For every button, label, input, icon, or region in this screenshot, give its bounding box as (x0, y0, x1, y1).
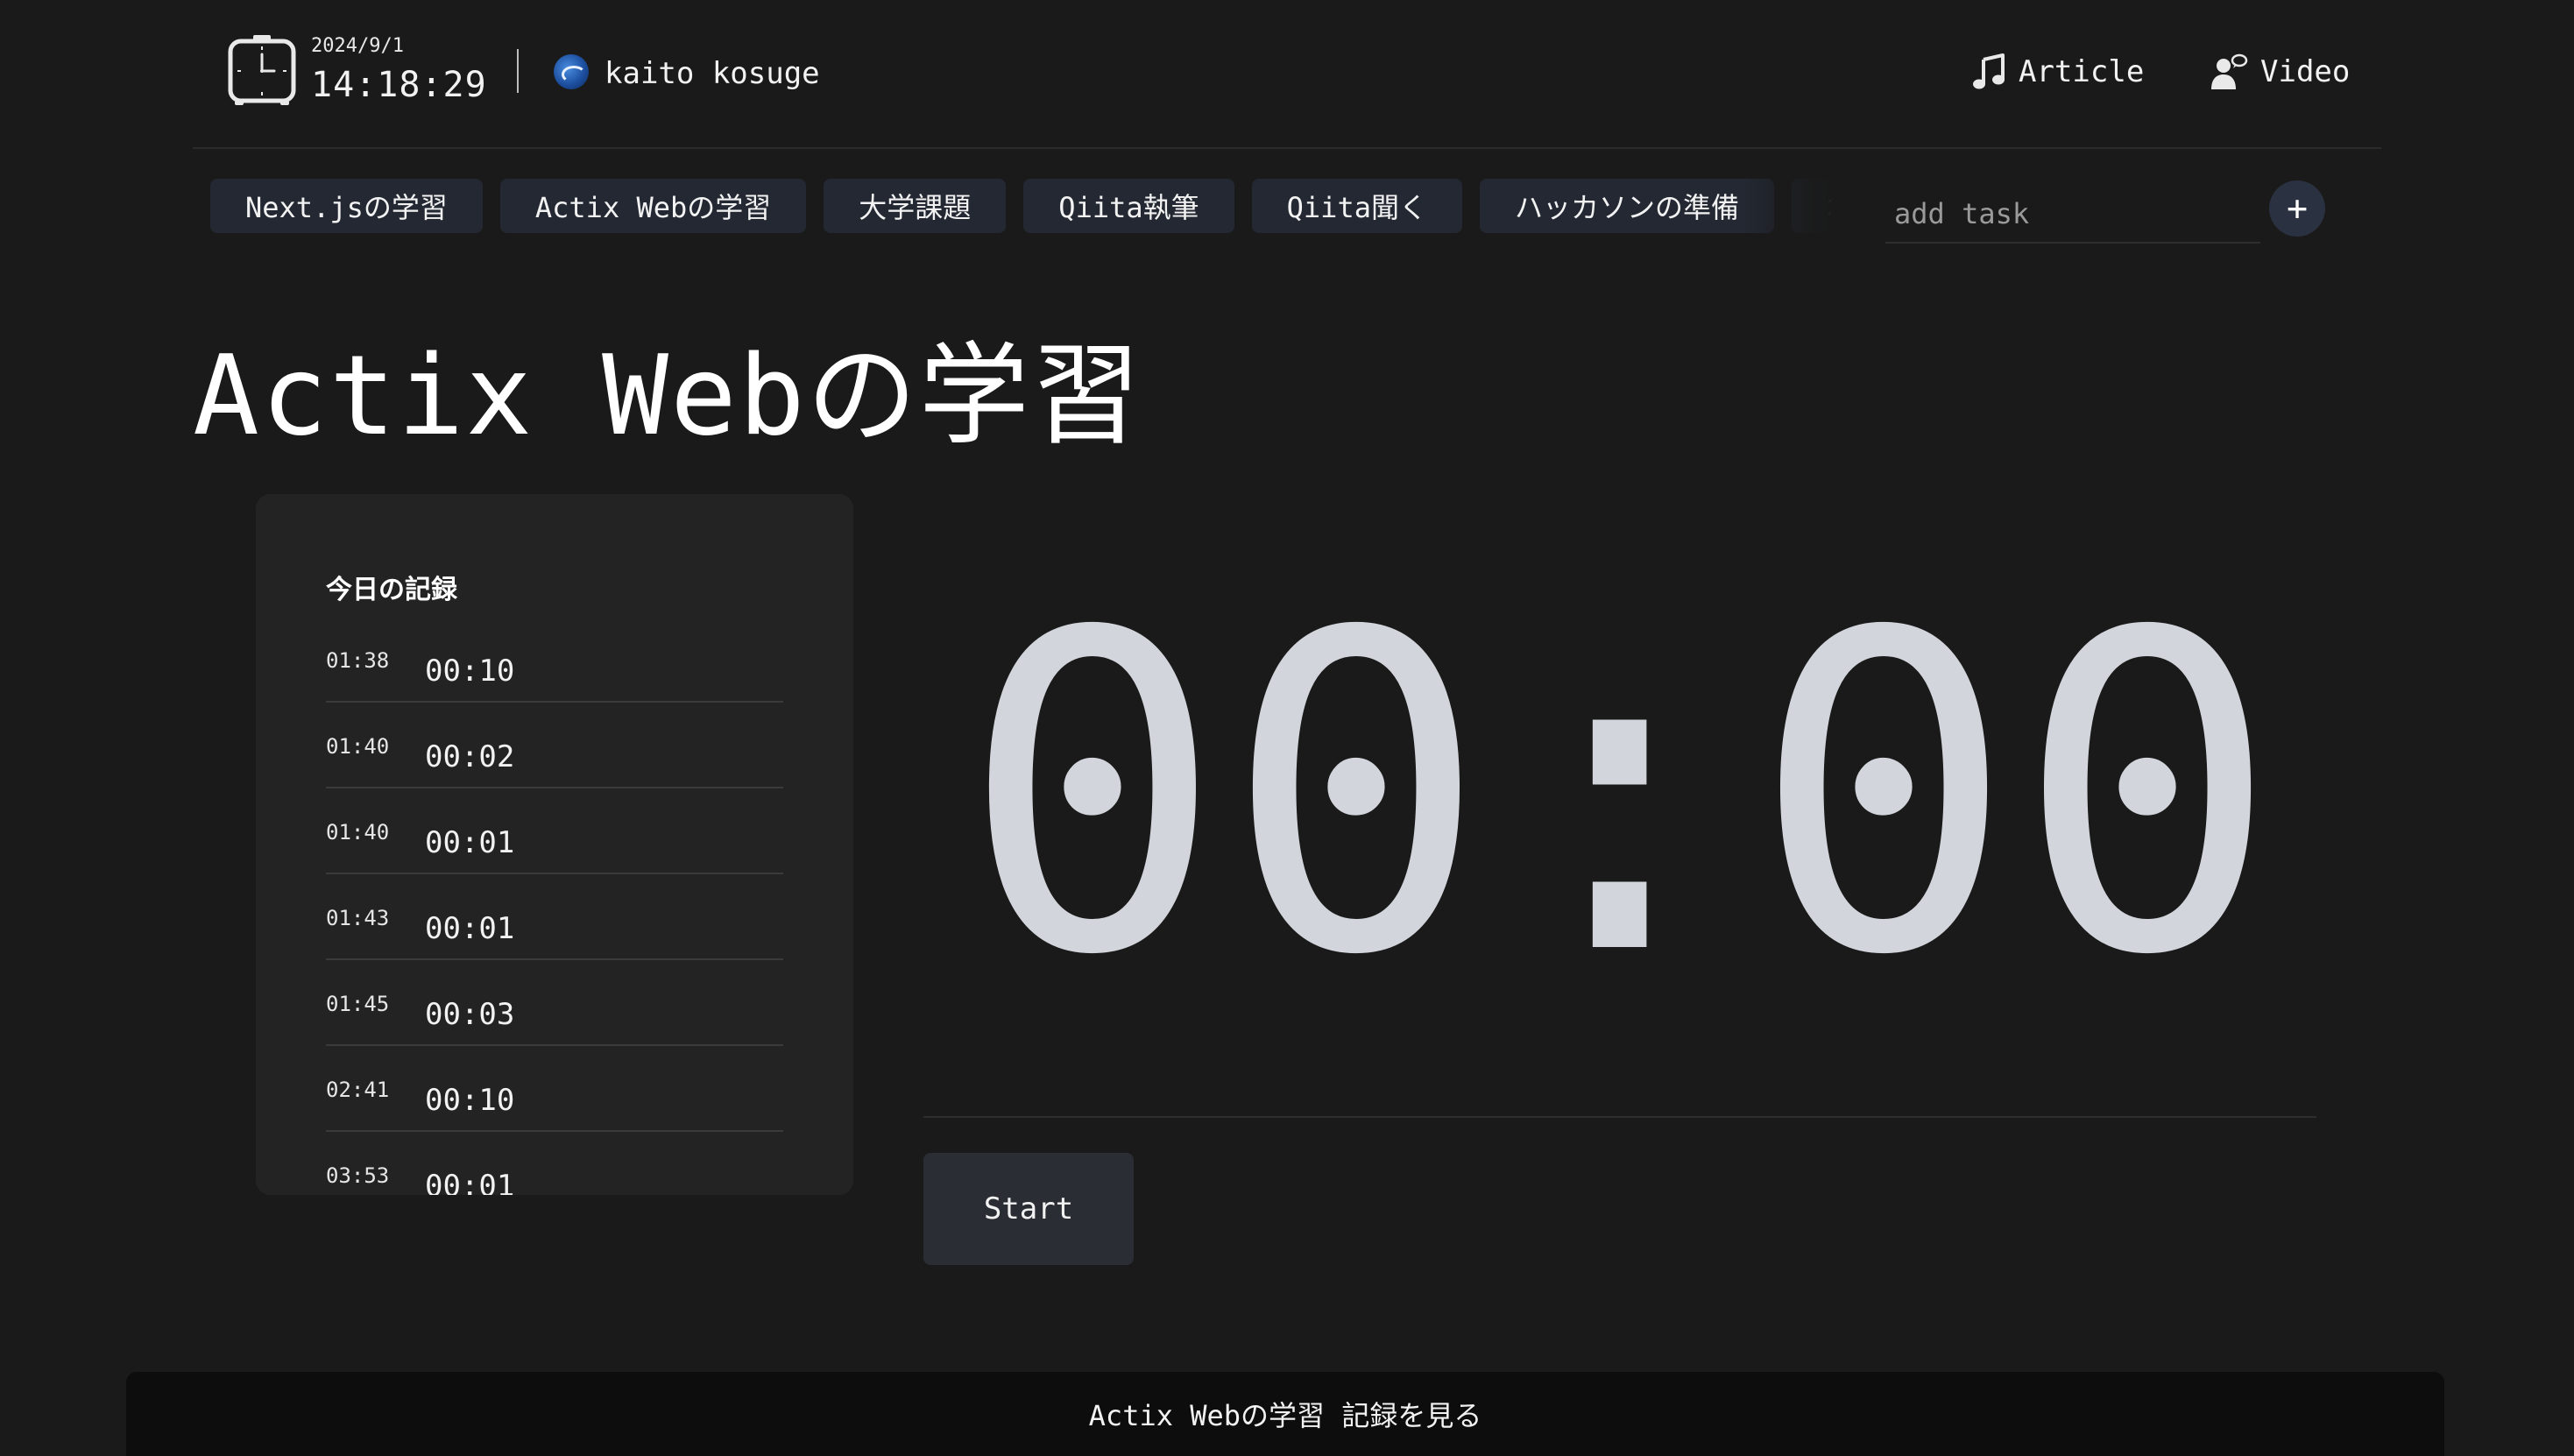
record-row: 01:38 00:10 (326, 617, 783, 703)
nav-article-link[interactable]: Article (1971, 51, 2144, 93)
task-tab[interactable]: Qiita執筆 (1023, 179, 1234, 233)
record-duration: 00:01 (425, 911, 515, 946)
today-records-card: 今日の記録 01:38 00:10 01:40 00:02 01:40 00:0… (256, 494, 853, 1195)
view-records-button[interactable]: Actix Webの学習 記録を見る (126, 1372, 2444, 1456)
record-start-time: 03:53 (326, 1163, 390, 1188)
records-list: 01:38 00:10 01:40 00:02 01:40 00:01 01:4… (326, 617, 783, 1195)
task-tab[interactable]: 大学課題 (824, 179, 1007, 233)
record-duration: 00:10 (425, 654, 515, 689)
record-duration: 00:01 (425, 1169, 515, 1195)
record-duration: 00:03 (425, 997, 515, 1032)
nav-video-link[interactable]: Video (2210, 51, 2350, 93)
records-title: 今日の記録 (326, 575, 457, 605)
add-task-input[interactable] (1885, 186, 2260, 244)
nav-article-label: Article (2019, 54, 2145, 89)
task-tab[interactable]: Next.jsの学習 (210, 179, 483, 233)
task-tabs: Next.jsの学習 Actix Webの学習 大学課題 Qiita執筆 Qii… (210, 179, 1831, 233)
user-chat-icon (2210, 53, 2248, 91)
record-start-time: 01:40 (326, 734, 390, 759)
record-row: 01:45 00:03 (326, 960, 783, 1046)
record-row: 02:41 00:10 (326, 1046, 783, 1132)
start-button[interactable]: Start (923, 1153, 1134, 1265)
app-header: 2024/9/1 14:18:29 kaito kosuge Article V… (193, 0, 2381, 149)
record-row: 01:40 00:01 (326, 788, 783, 874)
current-time: 14:18:29 (311, 65, 487, 105)
record-row: 01:43 00:01 (326, 874, 783, 960)
header-divider (517, 49, 519, 93)
task-tab[interactable]: Qiita聞く (1251, 179, 1462, 233)
alarm-clock-icon (226, 33, 298, 107)
record-start-time: 01:45 (326, 992, 390, 1016)
user-avatar[interactable] (554, 54, 589, 89)
timer-display: 00:00 (960, 541, 2280, 1050)
task-tab[interactable]: 本 (1792, 179, 1831, 233)
task-tab[interactable]: Actix Webの学習 (499, 179, 807, 233)
current-date: 2024/9/1 (311, 35, 404, 57)
record-start-time: 01:43 (326, 906, 390, 930)
timer-divider (923, 1116, 2316, 1118)
page-title: Actix Webの学習 (193, 331, 1143, 460)
add-task-button[interactable]: + (2269, 180, 2325, 237)
record-duration: 00:01 (425, 825, 515, 860)
user-name: kaito kosuge (605, 56, 820, 91)
record-row: 01:40 00:02 (326, 703, 783, 788)
record-start-time: 02:41 (326, 1078, 390, 1102)
record-start-time: 01:40 (326, 820, 390, 845)
nav-video-label: Video (2260, 54, 2351, 89)
task-tab[interactable]: ハッカソンの準備 (1479, 179, 1774, 233)
record-duration: 00:02 (425, 739, 515, 774)
record-duration: 00:10 (425, 1083, 515, 1118)
music-note-icon (1971, 53, 2006, 91)
record-start-time: 01:38 (326, 648, 390, 673)
record-row: 03:53 00:01 (326, 1132, 783, 1195)
